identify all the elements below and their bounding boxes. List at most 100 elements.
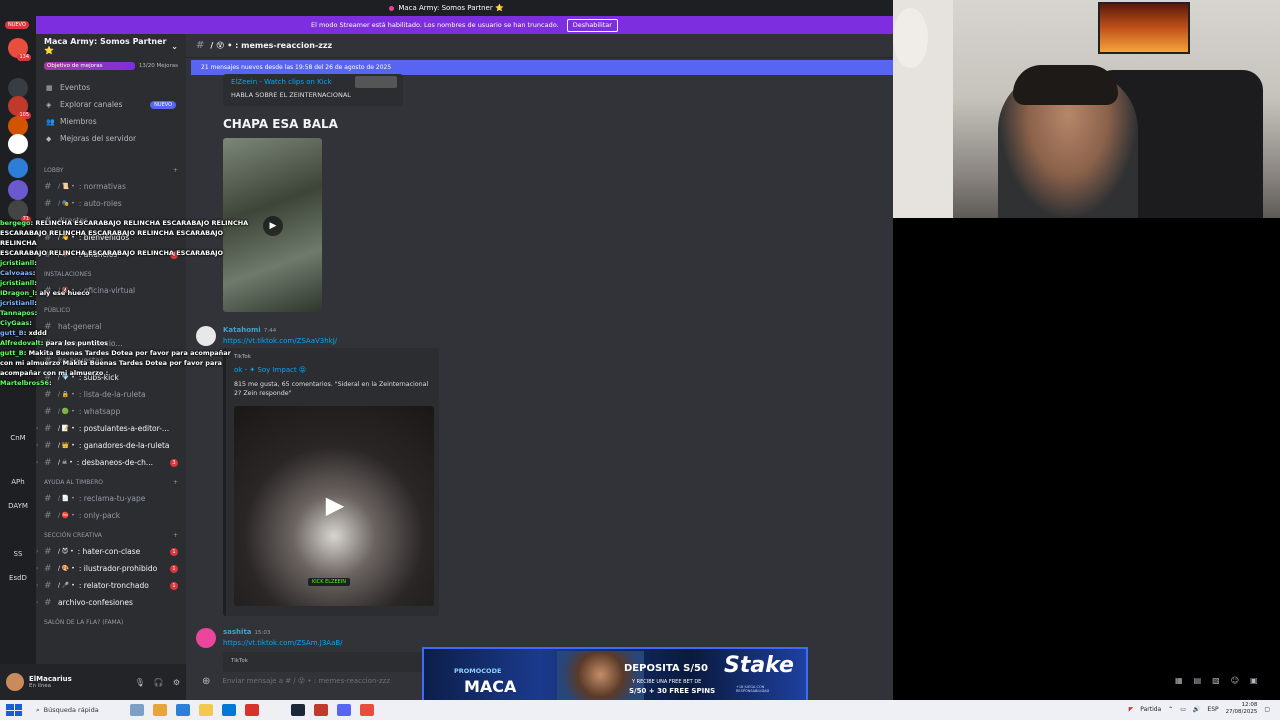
window-title: Maca Army: Somos Partner ⭐ xyxy=(398,4,504,12)
server-abbrev[interactable]: EsdD xyxy=(2,574,34,582)
sidebar-nav-item[interactable]: 👥 Miembros xyxy=(36,113,186,130)
emoji-icon[interactable]: ☺ xyxy=(1231,676,1239,685)
overlay-chat-text: : xyxy=(34,259,37,267)
ad-promo-code: MACA xyxy=(464,677,517,696)
server-abbrev[interactable]: CnM xyxy=(2,434,34,442)
hash-icon: # xyxy=(196,40,205,51)
channel-item[interactable]: › # / 🎤 •: relator-tronchado 1 xyxy=(36,577,186,594)
stream-black-area xyxy=(893,218,1280,700)
channel-item[interactable]: › # / 📝 •: postulantes-a-editor-... xyxy=(36,420,186,437)
category-lobby[interactable]: LOBBY + xyxy=(36,163,186,178)
category-salon[interactable]: SALÓN DE LA FLA? (FAMA) xyxy=(36,615,186,630)
taskbar-search[interactable]: ⌕ Búsqueda rápida xyxy=(36,703,132,717)
chat-area: # / 😵 • : memes-reaccion-zzz 21 mensajes… xyxy=(186,34,893,700)
sidebar-nav-item[interactable]: ▦ Eventos xyxy=(36,79,186,96)
chevron-up-icon[interactable]: ⌃ xyxy=(1168,706,1173,713)
sticker-icon[interactable]: ▨ xyxy=(1212,676,1220,685)
avatar[interactable] xyxy=(6,673,24,691)
message-link[interactable]: https://vt.tiktok.com/ZSAm.J3AaB/ xyxy=(223,639,343,647)
taskbar-app-icon[interactable] xyxy=(245,704,259,716)
chevron-right-icon[interactable]: › xyxy=(36,459,38,466)
server-abbrev[interactable]: SS xyxy=(2,550,34,558)
taskbar-app-icon[interactable] xyxy=(268,704,282,716)
taskbar-app-icon[interactable] xyxy=(130,704,144,716)
volume-icon[interactable]: 🔊 xyxy=(1193,706,1200,713)
taskbar-app-icon[interactable] xyxy=(222,704,236,716)
plus-icon[interactable]: + xyxy=(173,479,178,486)
server-icon[interactable] xyxy=(8,78,28,98)
windows-start-icon[interactable] xyxy=(6,704,22,716)
channel-item[interactable]: # / 🔒 •: lista-de-la-ruleta xyxy=(36,386,186,403)
headphones-icon[interactable]: 🎧 xyxy=(154,678,164,687)
taskbar-app-icon[interactable] xyxy=(153,704,167,716)
channel-item[interactable]: › # archivo-confesiones xyxy=(36,594,186,611)
chevron-right-icon[interactable]: › xyxy=(36,425,38,432)
server-icon[interactable] xyxy=(8,158,28,178)
microphone-icon[interactable]: 🎙 xyxy=(135,678,145,687)
channel-item[interactable]: # / 📄 •: reclama-tu-yape xyxy=(36,490,186,507)
taskbar-app-icon[interactable] xyxy=(176,704,190,716)
disable-streamer-mode-button[interactable]: Deshabilitar xyxy=(566,19,618,32)
channel-item[interactable]: # / 🟢 •: whatsapp xyxy=(36,403,186,420)
taskbar-app-icon[interactable] xyxy=(199,704,213,716)
channel-item[interactable]: › # / 🎨 •: ilustrador-prohibido 1 xyxy=(36,560,186,577)
gear-icon[interactable]: ⚙ xyxy=(173,678,180,687)
chevron-right-icon[interactable]: › xyxy=(36,599,38,606)
message-composer[interactable]: ⊕ Enviar mensaje a # / 😵 • : memes-reacc… xyxy=(192,670,432,692)
rail-new-badge: NUEVO xyxy=(5,21,29,29)
channel-name: : normativas xyxy=(78,182,126,191)
gif-icon[interactable]: ▤ xyxy=(1194,676,1202,685)
boost-progress[interactable]: Objetivo de mejoras 13/20 Mejoras xyxy=(44,60,178,71)
message-input[interactable]: Enviar mensaje a # / 😵 • : memes-reaccio… xyxy=(222,677,390,685)
network-icon[interactable]: ▭ xyxy=(1180,706,1186,713)
plus-icon[interactable]: + xyxy=(173,167,178,174)
video-player[interactable]: ▶ KICK ELZEEIN xyxy=(234,406,434,606)
taskbar-app-icon[interactable] xyxy=(360,704,374,716)
notification-icon[interactable]: ▢ xyxy=(1264,706,1270,713)
server-icon[interactable] xyxy=(8,116,28,136)
message-author[interactable]: sashita 15:03 xyxy=(223,628,270,636)
avatar[interactable] xyxy=(196,628,216,648)
taskbar-app-icon[interactable] xyxy=(337,704,351,716)
chevron-right-icon[interactable]: › xyxy=(36,442,38,449)
server-abbrev[interactable]: DAYM xyxy=(2,502,34,510)
overlay-chat-line: Tannapos: xyxy=(0,308,250,318)
category-creativa[interactable]: SECCIÓN CREATIVA + xyxy=(36,528,186,543)
server-abbrev[interactable]: APh xyxy=(2,478,34,486)
weather-label[interactable]: Partida xyxy=(1140,706,1161,713)
server-icon[interactable]: 134 xyxy=(8,38,31,61)
author-name[interactable]: sashita xyxy=(223,628,252,636)
channel-item[interactable]: # / 🎭 •: auto-roles xyxy=(36,195,186,212)
apps-icon[interactable]: ▣ xyxy=(1250,676,1258,685)
server-icon[interactable] xyxy=(8,134,28,154)
channel-item[interactable]: › # / ☠ •: desbaneos-de-ch... 3 xyxy=(36,454,186,471)
channel-item[interactable]: › # / 😈 •: hater-con-clase 1 xyxy=(36,543,186,560)
add-attachment-icon[interactable]: ⊕ xyxy=(202,676,210,687)
chevron-right-icon[interactable]: › xyxy=(36,565,38,572)
taskbar-app-icon[interactable] xyxy=(314,704,328,716)
plus-icon[interactable]: + xyxy=(173,532,178,539)
sidebar-nav-item[interactable]: ◆ Mejoras del servidor xyxy=(36,130,186,147)
clock[interactable]: 12:08 27/08/2025 xyxy=(1226,702,1258,716)
play-icon[interactable]: ▶ xyxy=(263,216,283,236)
server-header[interactable]: Maca Army: Somos Partner ⭐ ⌄ xyxy=(36,34,186,58)
gift-icon[interactable]: ▦ xyxy=(1175,676,1183,685)
chevron-down-icon: ⌄ xyxy=(171,41,178,51)
server-icon[interactable]: 71 xyxy=(8,200,31,223)
channel-item[interactable]: # / ⛔ •: only-pack xyxy=(36,507,186,524)
chevron-right-icon[interactable]: › xyxy=(36,582,38,589)
channel-item[interactable]: # / 📜 •: normativas xyxy=(36,178,186,195)
weather-icon[interactable]: ◤ xyxy=(1129,706,1134,713)
play-icon[interactable]: ▶ xyxy=(318,488,352,522)
language-indicator[interactable]: ESP xyxy=(1207,706,1218,713)
new-messages-bar[interactable]: 21 mensajes nuevos desde las 19:58 del 2… xyxy=(191,60,893,75)
taskbar-app-icon[interactable] xyxy=(291,704,305,716)
server-icon[interactable]: 105 xyxy=(8,96,31,119)
category-ayuda[interactable]: AYUDA AL TIMBERO + xyxy=(36,475,186,490)
channel-item[interactable]: › # / 👑 •: ganadores-de-la-ruleta xyxy=(36,437,186,454)
server-icon[interactable] xyxy=(8,180,28,200)
sidebar-nav-item[interactable]: ◈ Explorar canales NUEVO xyxy=(36,96,186,113)
embed-thumbnail[interactable] xyxy=(355,76,397,88)
overlay-chat-text: : xyxy=(34,309,38,317)
chevron-right-icon[interactable]: › xyxy=(36,548,38,555)
